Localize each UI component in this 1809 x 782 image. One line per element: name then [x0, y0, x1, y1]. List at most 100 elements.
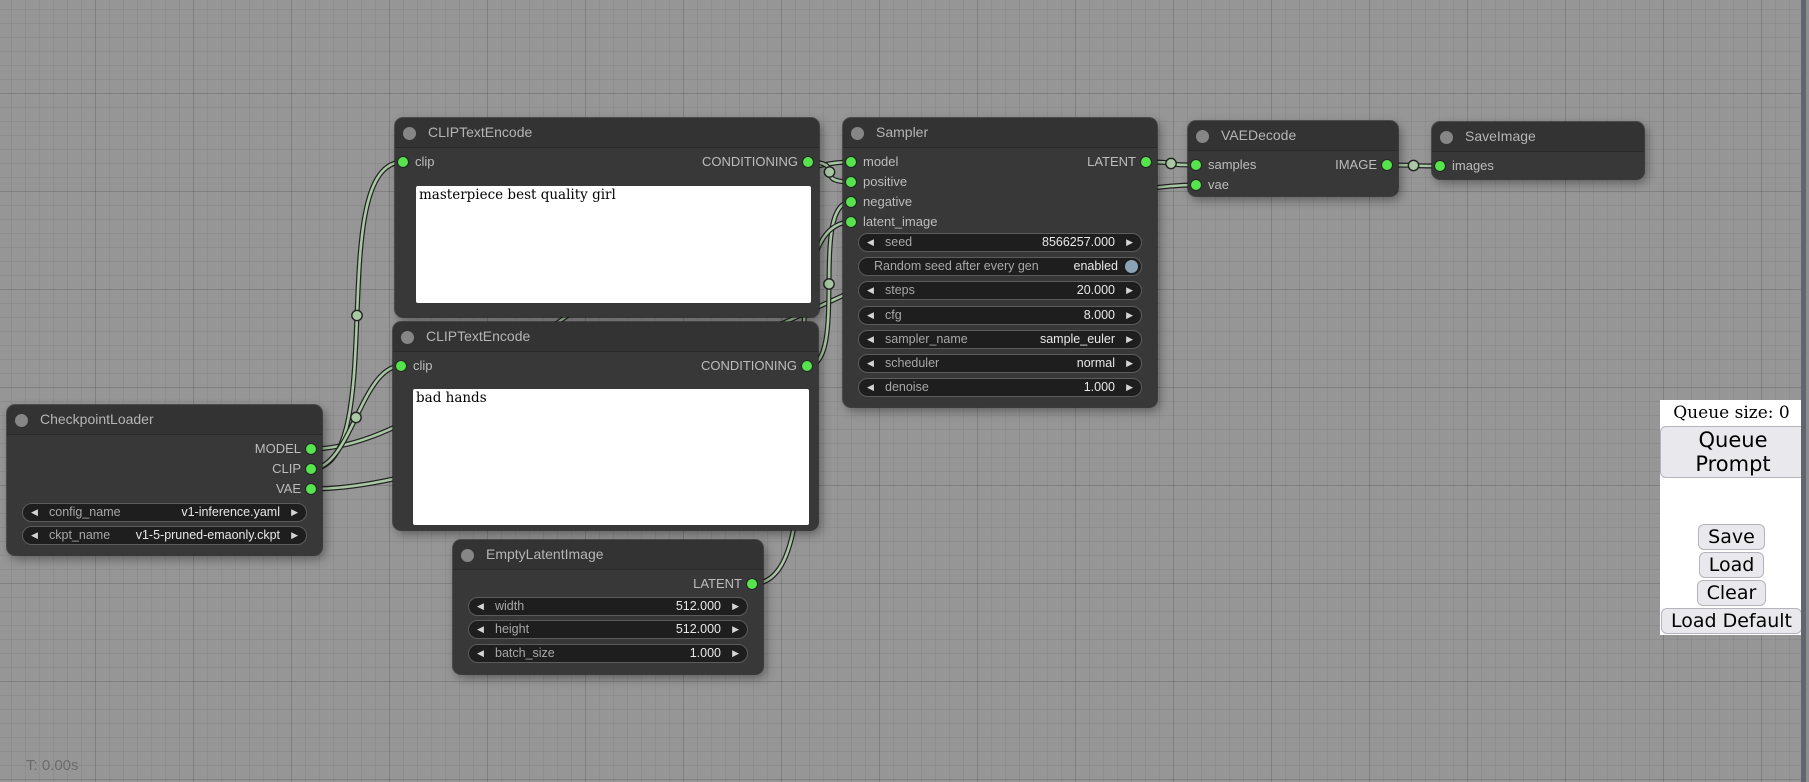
- output-slot-CONDITIONING: CONDITIONING: [701, 356, 818, 376]
- increment-arrow-icon[interactable]: ▶: [291, 527, 298, 544]
- widget-scheduler[interactable]: ◀schedulernormal▶: [858, 354, 1142, 373]
- link-midpoint-dot[interactable]: [1166, 158, 1176, 168]
- input-dot-clip[interactable]: [398, 157, 408, 167]
- widget-value: 8.000: [1084, 307, 1115, 324]
- input-dot-images[interactable]: [1435, 161, 1445, 171]
- node-title-bar[interactable]: VAEDecode: [1188, 121, 1398, 151]
- node-clip-text-encode-1[interactable]: CLIPTextEncodeclipCONDITIONINGmasterpiec…: [395, 118, 819, 317]
- increment-arrow-icon[interactable]: ▶: [291, 504, 298, 521]
- toggle-dot-icon[interactable]: [1125, 260, 1138, 273]
- output-dot-VAE[interactable]: [306, 484, 316, 494]
- collapse-dot-icon[interactable]: [401, 331, 414, 344]
- clear-button[interactable]: Clear: [1697, 580, 1767, 606]
- node-checkpoint-loader[interactable]: CheckpointLoaderMODELCLIPVAE◀config_name…: [7, 405, 322, 555]
- decrement-arrow-icon[interactable]: ◀: [867, 355, 874, 372]
- output-dot-LATENT[interactable]: [1141, 157, 1151, 167]
- widget-seed[interactable]: ◀seed8566257.000▶: [858, 233, 1142, 252]
- decrement-arrow-icon[interactable]: ◀: [867, 234, 874, 251]
- node-title-bar[interactable]: CLIPTextEncode: [393, 322, 818, 352]
- node-title-bar[interactable]: SaveImage: [1432, 122, 1644, 152]
- increment-arrow-icon[interactable]: ▶: [1126, 379, 1133, 396]
- increment-arrow-icon[interactable]: ▶: [732, 598, 739, 615]
- node-vae-decode[interactable]: VAEDecodesamplesvaeIMAGE: [1188, 121, 1398, 196]
- collapse-dot-icon[interactable]: [15, 414, 28, 427]
- collapse-dot-icon[interactable]: [461, 549, 474, 562]
- output-dot-IMAGE[interactable]: [1382, 160, 1392, 170]
- widget-ckpt-name[interactable]: ◀ckpt_namev1-5-pruned-emaonly.ckpt▶: [22, 526, 307, 545]
- output-dot-CONDITIONING[interactable]: [803, 157, 813, 167]
- output-dot-LATENT[interactable]: [747, 579, 757, 589]
- decrement-arrow-icon[interactable]: ◀: [867, 379, 874, 396]
- collapse-dot-icon[interactable]: [1440, 131, 1453, 144]
- decrement-arrow-icon[interactable]: ◀: [31, 527, 38, 544]
- output-dot-CLIP[interactable]: [306, 464, 316, 474]
- input-slot-model: model: [843, 152, 898, 172]
- input-dot-vae[interactable]: [1191, 180, 1201, 190]
- decrement-arrow-icon[interactable]: ◀: [31, 504, 38, 521]
- scrollbar-thumb[interactable]: [1801, 0, 1806, 782]
- node-clip-text-encode-2[interactable]: CLIPTextEncodeclipCONDITIONINGbad hands: [393, 322, 818, 530]
- widget-value: 512.000: [676, 598, 721, 615]
- input-slot-images: images: [1432, 156, 1494, 176]
- widget-cfg[interactable]: ◀cfg8.000▶: [858, 306, 1142, 325]
- output-dot-CONDITIONING[interactable]: [802, 361, 812, 371]
- node-title-bar[interactable]: CheckpointLoader: [7, 405, 322, 435]
- widget-steps[interactable]: ◀steps20.000▶: [858, 281, 1142, 300]
- queue-prompt-button[interactable]: Queue Prompt: [1660, 426, 1806, 478]
- increment-arrow-icon[interactable]: ▶: [1126, 307, 1133, 324]
- increment-arrow-icon[interactable]: ▶: [1126, 355, 1133, 372]
- widget-height[interactable]: ◀height512.000▶: [468, 620, 748, 639]
- increment-arrow-icon[interactable]: ▶: [1126, 282, 1133, 299]
- input-dot-samples[interactable]: [1191, 160, 1201, 170]
- prompt-textarea[interactable]: bad hands: [413, 389, 809, 525]
- prompt-textarea[interactable]: masterpiece best quality girl: [416, 186, 811, 303]
- decrement-arrow-icon[interactable]: ◀: [477, 621, 484, 638]
- node-save-image[interactable]: SaveImage images: [1432, 122, 1644, 179]
- widget-random-seed-after-every-gen[interactable]: Random seed after every genenabled: [858, 257, 1142, 276]
- output-slot-CONDITIONING: CONDITIONING: [702, 152, 819, 172]
- node-title: SaveImage: [1465, 122, 1536, 151]
- node-title-bar[interactable]: EmptyLatentImage: [453, 540, 763, 570]
- link-midpoint-dot[interactable]: [352, 310, 362, 320]
- widget-sampler-name[interactable]: ◀sampler_namesample_euler▶: [858, 330, 1142, 349]
- node-title-bar[interactable]: CLIPTextEncode: [395, 118, 819, 148]
- widget-config-name[interactable]: ◀config_namev1-inference.yaml▶: [22, 503, 307, 522]
- load-button[interactable]: Load: [1699, 552, 1765, 578]
- collapse-dot-icon[interactable]: [851, 127, 864, 140]
- save-button[interactable]: Save: [1698, 524, 1765, 550]
- node-title-bar[interactable]: Sampler: [843, 118, 1157, 148]
- increment-arrow-icon[interactable]: ▶: [1126, 331, 1133, 348]
- input-dot-latent_image[interactable]: [846, 217, 856, 227]
- node-sampler[interactable]: Samplermodelpositivenegativelatent_image…: [843, 118, 1157, 407]
- widget-width[interactable]: ◀width512.000▶: [468, 597, 748, 616]
- link-midpoint-dot[interactable]: [351, 412, 361, 422]
- link-midpoint-dot[interactable]: [824, 167, 834, 177]
- input-slot-vae: vae: [1188, 175, 1229, 195]
- output-dot-MODEL[interactable]: [306, 444, 316, 454]
- decrement-arrow-icon[interactable]: ◀: [867, 331, 874, 348]
- input-dot-negative[interactable]: [846, 197, 856, 207]
- input-dot-model[interactable]: [846, 157, 856, 167]
- output-slot-label: MODEL: [255, 441, 301, 456]
- decrement-arrow-icon[interactable]: ◀: [867, 282, 874, 299]
- increment-arrow-icon[interactable]: ▶: [732, 621, 739, 638]
- collapse-dot-icon[interactable]: [1196, 130, 1209, 143]
- decrement-arrow-icon[interactable]: ◀: [867, 307, 874, 324]
- increment-arrow-icon[interactable]: ▶: [1126, 234, 1133, 251]
- increment-arrow-icon[interactable]: ▶: [732, 645, 739, 662]
- load-default-button[interactable]: Load Default: [1661, 608, 1802, 634]
- widget-batch-size[interactable]: ◀batch_size1.000▶: [468, 644, 748, 663]
- node-empty-latent-image[interactable]: EmptyLatentImageLATENT◀width512.000▶◀hei…: [453, 540, 763, 674]
- input-dot-positive[interactable]: [846, 177, 856, 187]
- output-slot-LATENT: LATENT: [1087, 152, 1157, 172]
- link-midpoint-dot[interactable]: [824, 279, 834, 289]
- decrement-arrow-icon[interactable]: ◀: [477, 645, 484, 662]
- widget-denoise[interactable]: ◀denoise1.000▶: [858, 378, 1142, 397]
- input-dot-clip[interactable]: [396, 361, 406, 371]
- link-midpoint-dot[interactable]: [1408, 160, 1418, 170]
- widget-label: denoise: [885, 379, 929, 396]
- collapse-dot-icon[interactable]: [403, 127, 416, 140]
- node-graph-canvas[interactable]: CheckpointLoaderMODELCLIPVAE◀config_name…: [0, 0, 1809, 782]
- decrement-arrow-icon[interactable]: ◀: [477, 598, 484, 615]
- widget-label: scheduler: [885, 355, 939, 372]
